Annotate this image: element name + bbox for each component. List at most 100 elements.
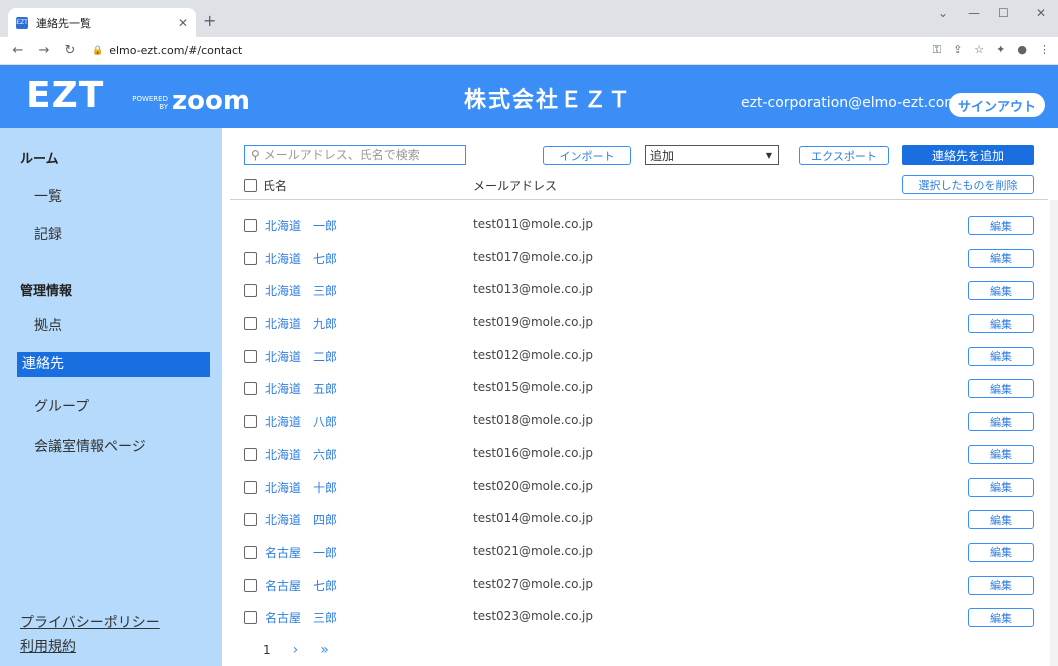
header-divider <box>230 199 1048 200</box>
row-checkbox[interactable] <box>244 349 257 363</box>
row-checkbox[interactable] <box>244 447 257 461</box>
pagination: 1 › » <box>263 642 329 658</box>
edit-button[interactable]: 編集 <box>968 379 1034 399</box>
row-checkbox[interactable] <box>244 382 257 396</box>
window-close-icon[interactable]: ✕ <box>1036 6 1046 20</box>
table-row: 北海道 十郎 test020@mole.co.jp 編集 <box>244 477 1034 511</box>
row-checkbox[interactable] <box>244 415 257 429</box>
forward-icon[interactable]: → <box>36 43 52 58</box>
edit-button[interactable]: 編集 <box>968 477 1034 497</box>
tab-search-icon[interactable]: ⌄ <box>938 6 948 20</box>
key-icon[interactable]: ⚿ <box>933 43 941 57</box>
contact-name-link[interactable]: 北海道 七郎 <box>265 250 337 267</box>
url-field[interactable]: elmo-ezt.com/#/contact <box>109 44 242 57</box>
row-checkbox[interactable] <box>244 545 257 559</box>
sidebar-item-records[interactable]: 記録 <box>34 224 62 244</box>
back-icon[interactable]: ← <box>10 43 26 58</box>
maximize-icon[interactable]: ☐ <box>998 6 1009 20</box>
table-row: 北海道 二郎 test012@mole.co.jp 編集 <box>244 346 1034 380</box>
sidebar-item-sites[interactable]: 拠点 <box>34 315 62 335</box>
signout-button[interactable]: サインアウト <box>949 93 1045 117</box>
sidebar-item-meeting-room-info[interactable]: 会議室情報ページ <box>34 436 146 456</box>
contact-name-link[interactable]: 北海道 十郎 <box>265 479 337 496</box>
edit-button[interactable]: 編集 <box>968 510 1034 530</box>
lock-icon[interactable]: 🔒 <box>92 46 103 56</box>
import-button[interactable]: インポート <box>543 146 631 165</box>
ezt-logo: EZT <box>26 75 105 116</box>
row-checkbox[interactable] <box>244 251 257 265</box>
contact-name-link[interactable]: 名古屋 一郎 <box>265 544 337 561</box>
sidebar-heading-room: ルーム <box>20 152 59 167</box>
terms-link[interactable]: 利用規約 <box>20 636 76 656</box>
favicon-icon: EZT <box>16 16 28 29</box>
row-checkbox[interactable] <box>244 513 257 527</box>
tab-title: 連絡先一覧 <box>36 16 91 30</box>
sidebar-item-groups[interactable]: グループ <box>34 396 89 416</box>
edit-button[interactable]: 編集 <box>968 444 1034 464</box>
table-row: 北海道 一郎 test011@mole.co.jp 編集 <box>244 216 1034 249</box>
add-contact-button[interactable]: 連絡先を追加 <box>902 145 1034 165</box>
contact-name-link[interactable]: 北海道 六郎 <box>265 446 337 463</box>
delete-selected-button[interactable]: 選択したものを削除 <box>902 175 1034 194</box>
import-mode-select[interactable]: 追加 ▼ <box>645 145 779 165</box>
profile-icon[interactable]: ● <box>1017 43 1027 57</box>
edit-button[interactable]: 編集 <box>968 216 1034 235</box>
edit-button[interactable]: 編集 <box>968 248 1034 268</box>
sidebar: ルーム 一覧 記録 管理情報 拠点 連絡先 グループ 会議室情報ページ プライバ… <box>0 128 222 666</box>
contact-email: test012@mole.co.jp <box>473 347 594 362</box>
table-row: 名古屋 七郎 test027@mole.co.jp 編集 <box>244 575 1034 609</box>
row-checkbox[interactable] <box>244 611 257 625</box>
page-number[interactable]: 1 <box>263 643 271 657</box>
row-checkbox[interactable] <box>244 480 257 494</box>
new-tab-icon[interactable]: + <box>203 11 216 30</box>
reload-icon[interactable]: ↻ <box>62 43 78 58</box>
edit-button[interactable]: 編集 <box>968 346 1034 366</box>
contact-email: test011@mole.co.jp <box>473 217 594 231</box>
contact-email: test018@mole.co.jp <box>473 413 594 428</box>
search-input[interactable] <box>263 148 454 162</box>
contact-name-link[interactable]: 北海道 八郎 <box>265 413 337 430</box>
next-page-icon[interactable]: › <box>293 642 299 658</box>
edit-button[interactable]: 編集 <box>968 575 1034 595</box>
tab-close-icon[interactable]: ✕ <box>178 16 188 30</box>
export-button[interactable]: エクスポート <box>799 146 889 165</box>
row-checkbox[interactable] <box>244 219 257 232</box>
share-icon[interactable]: ⇪ <box>953 43 962 57</box>
sidebar-item-contacts[interactable]: 連絡先 <box>17 352 210 377</box>
edit-button[interactable]: 編集 <box>968 608 1034 628</box>
contact-name-link[interactable]: 北海道 五郎 <box>265 380 337 397</box>
last-page-icon[interactable]: » <box>320 642 329 658</box>
sidebar-item-list[interactable]: 一覧 <box>34 186 62 206</box>
contact-email: test013@mole.co.jp <box>473 282 594 297</box>
minimize-icon[interactable]: — <box>968 6 980 20</box>
app-header: EZT POWERED BY zoom 株式会社ＥＺＴ ezt-corporat… <box>0 65 1058 128</box>
scrollbar[interactable] <box>1050 200 1058 666</box>
edit-button[interactable]: 編集 <box>968 412 1034 432</box>
contact-name-link[interactable]: 名古屋 七郎 <box>265 577 337 594</box>
contact-name-link[interactable]: 北海道 二郎 <box>265 348 337 365</box>
contact-name-link[interactable]: 北海道 四郎 <box>265 511 337 528</box>
contact-name-link[interactable]: 名古屋 三郎 <box>265 609 337 626</box>
zoom-logo: zoom <box>172 86 250 116</box>
contact-email: test020@mole.co.jp <box>473 478 594 493</box>
extensions-icon[interactable]: ✦ <box>996 43 1005 57</box>
bookmark-star-icon[interactable]: ☆ <box>974 43 984 57</box>
row-checkbox[interactable] <box>244 284 257 298</box>
table-header: 氏名 メールアドレス 選択したものを削除 <box>244 175 1034 197</box>
row-checkbox[interactable] <box>244 578 257 592</box>
edit-button[interactable]: 編集 <box>968 314 1034 334</box>
select-all-checkbox[interactable] <box>244 179 257 192</box>
row-checkbox[interactable] <box>244 317 257 331</box>
edit-button[interactable]: 編集 <box>968 281 1034 301</box>
contact-email: test017@mole.co.jp <box>473 249 594 264</box>
privacy-policy-link[interactable]: プライバシーポリシー <box>20 612 160 632</box>
contact-name-link[interactable]: 北海道 三郎 <box>265 282 337 299</box>
contact-name-link[interactable]: 北海道 九郎 <box>265 315 337 332</box>
menu-icon[interactable]: ⋮ <box>1039 43 1050 57</box>
contact-name-link[interactable]: 北海道 一郎 <box>265 217 337 234</box>
contact-list: 北海道 一郎 test011@mole.co.jp 編集 北海道 七郎 test017@… <box>244 216 1034 641</box>
edit-button[interactable]: 編集 <box>968 542 1034 562</box>
browser-tab[interactable]: EZT 連絡先一覧 ✕ <box>8 8 196 37</box>
column-header-email: メールアドレス <box>473 179 558 193</box>
contact-email: test021@mole.co.jp <box>473 543 594 558</box>
